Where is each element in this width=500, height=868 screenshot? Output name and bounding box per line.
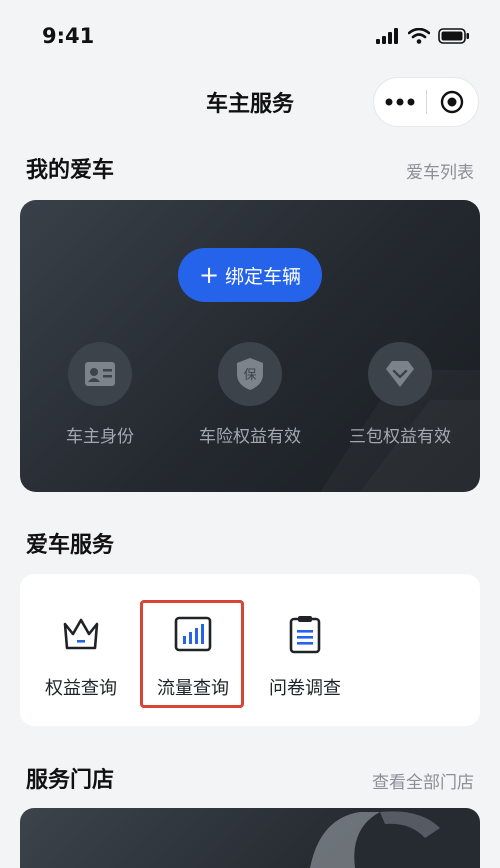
cellular-signal-icon <box>376 28 398 44</box>
feature-warranty[interactable]: 三包权益有效 <box>325 342 475 447</box>
service-data-query[interactable]: 流量查询 <box>138 612 248 700</box>
car-service-card: 权益查询 流量查询 问卷调查 <box>20 574 480 726</box>
id-card-icon <box>85 362 115 386</box>
feature-insurance[interactable]: 保 车险权益有效 <box>175 342 325 447</box>
car-list-link[interactable]: 爱车列表 <box>406 158 474 183</box>
svg-text:保: 保 <box>243 368 256 383</box>
stores-title: 服务门店 <box>26 768 115 793</box>
bind-vehicle-button[interactable]: + 绑定车辆 <box>178 248 322 302</box>
crown-icon <box>63 618 99 650</box>
wifi-icon <box>408 28 430 44</box>
status-icons <box>376 28 470 44</box>
clipboard-icon <box>289 616 321 654</box>
bind-vehicle-label: 绑定车辆 <box>225 265 302 288</box>
close-button[interactable] <box>427 78 479 126</box>
bar-chart-icon <box>174 616 212 652</box>
status-time: 9:41 <box>42 24 95 48</box>
wrench-illustration <box>310 811 440 868</box>
target-circle-icon <box>441 90 464 114</box>
car-service-title: 爱车服务 <box>26 533 115 558</box>
mini-program-capsule <box>374 78 478 126</box>
insurance-shield-icon: 保 <box>237 358 263 390</box>
status-bar: 9:41 <box>0 0 500 70</box>
diamond-icon <box>386 361 414 387</box>
my-car-card: + 绑定车辆 车主身份 保 车险权益有效 三包权益有效 <box>20 200 480 492</box>
battery-icon <box>438 28 469 44</box>
more-button[interactable] <box>374 78 426 126</box>
all-stores-link[interactable]: 查看全部门店 <box>372 768 474 793</box>
store-banner[interactable] <box>20 808 480 868</box>
plus-icon: + <box>198 261 220 289</box>
more-dots-icon <box>385 98 415 106</box>
my-car-title: 我的爱车 <box>26 158 115 183</box>
service-benefits-query[interactable]: 权益查询 <box>26 612 136 700</box>
service-survey[interactable]: 问卷调查 <box>250 612 360 700</box>
feature-owner-identity[interactable]: 车主身份 <box>25 342 175 447</box>
